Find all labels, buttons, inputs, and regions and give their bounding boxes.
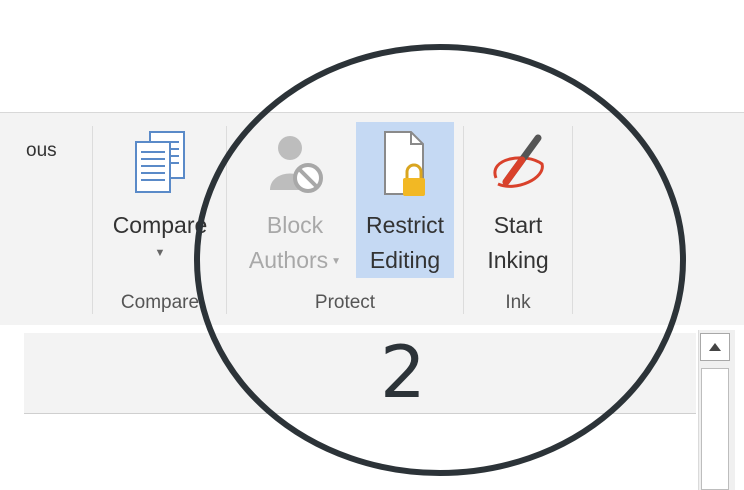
scroll-up-icon [709, 343, 721, 351]
previous-group-label: ous [26, 140, 57, 161]
scroll-thumb[interactable] [701, 368, 729, 490]
annotation-circle [194, 44, 686, 476]
compare-icon [135, 131, 185, 193]
annotation-number: 2 [380, 330, 426, 414]
scroll-up-button[interactable] [700, 333, 730, 361]
group-separator [92, 126, 93, 314]
